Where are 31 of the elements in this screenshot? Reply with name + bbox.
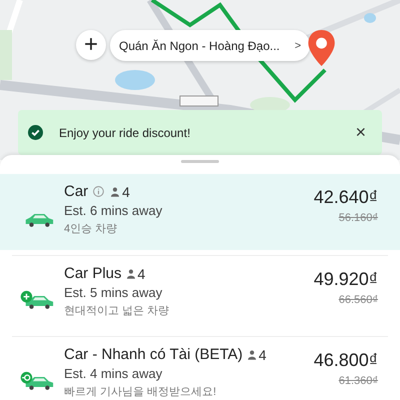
- ride-description: 4인승 차량: [64, 222, 118, 236]
- eta-text: Est. 5 mins away: [64, 285, 164, 300]
- ride-option[interactable]: Car Plus 4 Est. 5 mins away 현대적이고 넓은 차량 49.920₫ 66.560₫: [12, 255, 388, 331]
- original-price: 61.360₫: [338, 375, 378, 387]
- banner-message: Enjoy your ride discount!: [59, 126, 192, 140]
- ride-name: Car: [64, 183, 88, 200]
- person-icon: [126, 268, 135, 278]
- eta-text: Est. 6 mins away: [64, 203, 164, 218]
- close-button[interactable]: ×: [349, 122, 372, 143]
- person-icon: [248, 350, 256, 360]
- ride-option[interactable]: Car - Nhanh có Tài (BETA) 4 Est. 4 mins away 빠르게 기사님을 배정받으세요! 46.800₫ 61.360₫: [12, 336, 388, 400]
- seat-count: 4: [122, 184, 130, 200]
- seat-count: 4: [258, 346, 266, 362]
- fare-price: 42.640₫: [314, 187, 378, 208]
- seat-count: 4: [138, 266, 146, 282]
- ride-description: 빠르게 기사님을 배정받으세요!: [64, 385, 218, 399]
- check-circle-icon: [28, 125, 43, 140]
- original-price: 56.160₫: [338, 212, 378, 224]
- ride-option[interactable]: Car 4 Est. 6 mins away 4인승 차량 42.640₫ 56.160₫: [0, 174, 400, 250]
- eta-text: Est. 4 mins away: [64, 366, 164, 381]
- drag-handle[interactable]: [181, 160, 219, 163]
- fare-price: 49.920₫: [314, 269, 378, 290]
- ride-name: Car Plus: [64, 265, 122, 282]
- person-icon: [111, 186, 120, 196]
- location-pin-icon: [306, 30, 337, 66]
- info-icon[interactable]: [93, 186, 104, 197]
- ride-description: 현대적이고 넓은 차량: [64, 304, 170, 318]
- fare-price: 46.800₫: [314, 350, 378, 371]
- original-price: 66.560₫: [338, 294, 378, 306]
- destination-field[interactable]: Quán Ăn Ngon - Hoàng Đạo... >: [110, 30, 310, 61]
- ride-name: Car - Nhanh có Tài (BETA): [64, 346, 243, 363]
